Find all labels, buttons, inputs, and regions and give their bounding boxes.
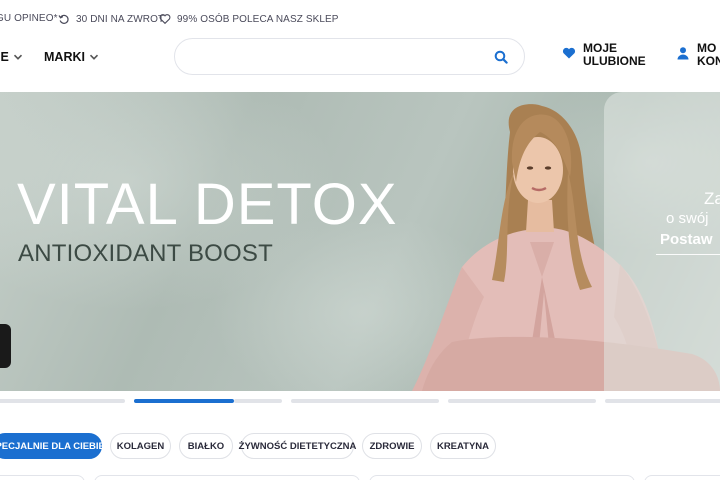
hero-banner[interactable]: VITAL DETOX ANTIOXIDANT BOOST Za o swój …: [0, 92, 720, 391]
chip-creatine[interactable]: KREATYNA: [430, 433, 496, 459]
info-item-recommend: 99% OSÓB POLECA NASZ SKLEP: [159, 13, 339, 25]
chip-protein[interactable]: BIAŁKO: [179, 433, 233, 459]
slider-indicator[interactable]: [448, 399, 596, 403]
slider-indicator[interactable]: [605, 399, 720, 403]
nav-label-categories: IE: [0, 50, 9, 64]
chip-label: SPECJALNIE DLA CIEBIE: [0, 440, 105, 452]
header: IE MARKI MOJE ULUBIONE MO KON: [0, 38, 720, 90]
slider-indicator-track: [234, 399, 282, 403]
favorites-button[interactable]: MOJE ULUBIONE: [562, 42, 646, 68]
nav-item-categories[interactable]: IE: [0, 50, 23, 64]
slider-indicator[interactable]: [0, 399, 125, 403]
product-card[interactable]: [94, 475, 360, 480]
hero-title: VITAL DETOX: [17, 172, 398, 237]
chip-label: BIAŁKO: [187, 440, 225, 452]
search-box: [174, 38, 525, 75]
search-icon[interactable]: [494, 50, 508, 64]
nav-label-brands: MARKI: [44, 50, 85, 64]
peek-underline: [656, 254, 720, 255]
favorites-label-line2: ULUBIONE: [583, 54, 646, 68]
search-input[interactable]: [191, 48, 481, 66]
chip-collagen[interactable]: KOLAGEN: [110, 433, 171, 459]
info-item-opineo: GU OPINEO*: [0, 13, 58, 24]
peek-text-2: o swój: [666, 210, 709, 227]
hero-subtitle: ANTIOXIDANT BOOST: [18, 240, 273, 267]
heart-icon: [562, 47, 576, 59]
account-button[interactable]: MO KON: [676, 42, 720, 68]
chevron-down-icon: [89, 54, 99, 60]
chip-special-for-you[interactable]: SPECJALNIE DLA CIEBIE: [0, 433, 105, 459]
peek-text-1: Za: [704, 189, 720, 208]
info-label-opineo: GU OPINEO*: [0, 13, 58, 24]
chip-label: KREATYNA: [436, 440, 490, 452]
info-label-recommend: 99% OSÓB POLECA NASZ SKLEP: [177, 13, 339, 25]
chip-health[interactable]: ZDROWIE: [362, 433, 422, 459]
product-card[interactable]: [0, 475, 85, 480]
product-card[interactable]: [644, 475, 720, 480]
info-bar: GU OPINEO* 30 DNI NA ZWROT 99% OSÓB POLE…: [0, 0, 720, 38]
chevron-down-icon: [13, 54, 22, 60]
favorites-label: MOJE ULUBIONE: [583, 42, 646, 68]
slider-indicators: [0, 399, 720, 403]
chip-label: KOLAGEN: [116, 440, 165, 452]
user-icon: [677, 47, 689, 60]
page: GU OPINEO* 30 DNI NA ZWROT 99% OSÓB POLE…: [0, 0, 720, 480]
heart-outline-icon: [159, 14, 171, 25]
slider-indicator[interactable]: [291, 399, 439, 403]
peek-text-3: Postaw: [660, 231, 713, 248]
next-slide-peek[interactable]: Za o swój Postaw: [604, 92, 720, 391]
product-card[interactable]: [369, 475, 635, 480]
slider-indicator-active[interactable]: [134, 399, 234, 403]
chip-diet-food[interactable]: ŻYWNOŚĆ DIETETYCZNA: [238, 433, 357, 459]
hero-prev-button[interactable]: [0, 324, 11, 368]
account-label: MO KON: [697, 42, 720, 68]
info-item-returns: 30 DNI NA ZWROT: [58, 13, 164, 25]
product-cards-row: [0, 475, 720, 480]
nav-item-brands[interactable]: MARKI: [44, 50, 99, 64]
chip-label: ZDROWIE: [369, 440, 415, 452]
category-chips: SPECJALNIE DLA CIEBIE KOLAGEN BIAŁKO ŻYW…: [0, 433, 720, 461]
info-label-returns: 30 DNI NA ZWROT: [76, 13, 165, 25]
return-icon: [58, 14, 69, 24]
account-label-line2: KON: [697, 54, 720, 68]
chip-label: ŻYWNOŚĆ DIETETYCZNA: [238, 440, 357, 452]
